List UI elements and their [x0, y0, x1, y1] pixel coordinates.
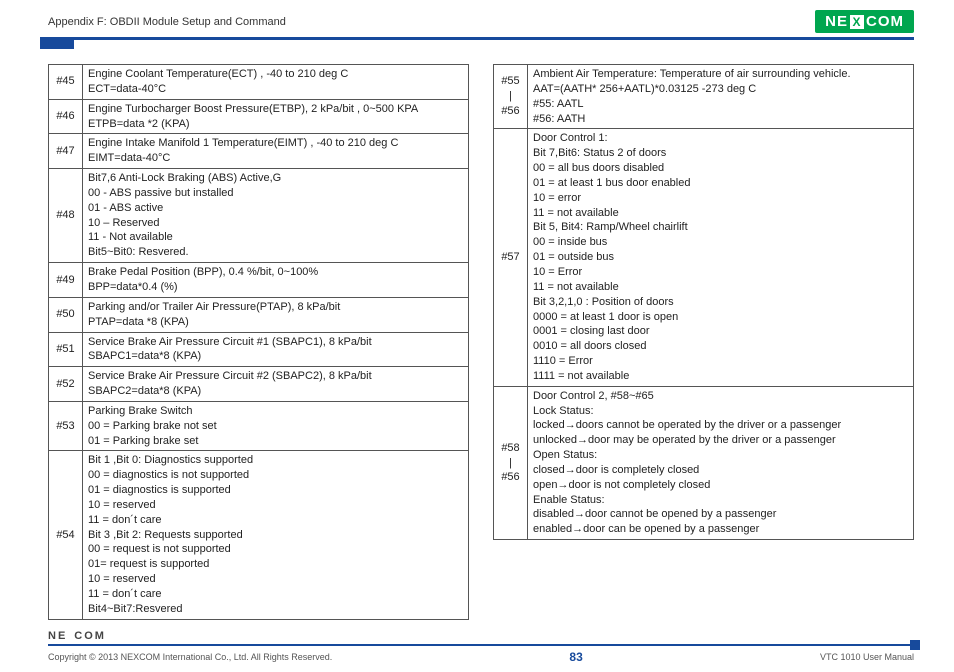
row-content: Door Control 2, #58~#65 Lock Status: loc…: [528, 386, 914, 539]
row-index: #58 | #56: [494, 386, 528, 539]
table-row: #46Engine Turbocharger Boost Pressure(ET…: [49, 99, 469, 134]
row-content: Engine Intake Manifold 1 Temperature(EIM…: [83, 134, 469, 169]
row-index: #51: [49, 332, 83, 367]
table-row: #58 | #56Door Control 2, #58~#65 Lock St…: [494, 386, 914, 539]
row-content: Engine Turbocharger Boost Pressure(ETBP)…: [83, 99, 469, 134]
row-index: #49: [49, 263, 83, 298]
row-content: Parking and/or Trailer Air Pressure(PTAP…: [83, 297, 469, 332]
row-content: Service Brake Air Pressure Circuit #1 (S…: [83, 332, 469, 367]
row-content: Door Control 1: Bit 7,Bit6: Status 2 of …: [528, 129, 914, 386]
row-index: #52: [49, 367, 83, 402]
table-row: #53Parking Brake Switch 00 = Parking bra…: [49, 401, 469, 451]
row-index: #46: [49, 99, 83, 134]
row-index: #50: [49, 297, 83, 332]
table-row: #47Engine Intake Manifold 1 Temperature(…: [49, 134, 469, 169]
right-column: #55 | #56Ambient Air Temperature: Temper…: [493, 64, 914, 620]
row-content: Ambient Air Temperature: Temperature of …: [528, 65, 914, 129]
row-index: #48: [49, 169, 83, 263]
right-table: #55 | #56Ambient Air Temperature: Temper…: [493, 64, 914, 540]
footer-rule: [48, 644, 914, 646]
row-index: #57: [494, 129, 528, 386]
nexcom-logo: NEXCOM: [815, 10, 914, 33]
footer-logo: NECOM: [48, 630, 914, 642]
row-index: #54: [49, 451, 83, 619]
table-row: #49Brake Pedal Position (BPP), 0.4 %/bit…: [49, 263, 469, 298]
table-row: #57Door Control 1: Bit 7,Bit6: Status 2 …: [494, 129, 914, 386]
doc-title: VTC 1010 User Manual: [820, 652, 914, 662]
row-index: #45: [49, 65, 83, 100]
table-row: #48Bit7,6 Anti-Lock Braking (ABS) Active…: [49, 169, 469, 263]
row-index: #55 | #56: [494, 65, 528, 129]
row-content: Parking Brake Switch 00 = Parking brake …: [83, 401, 469, 451]
copyright-text: Copyright © 2013 NEXCOM International Co…: [48, 652, 332, 662]
row-content: Brake Pedal Position (BPP), 0.4 %/bit, 0…: [83, 263, 469, 298]
table-row: #51Service Brake Air Pressure Circuit #1…: [49, 332, 469, 367]
header-rule: [48, 37, 914, 40]
row-content: Bit7,6 Anti-Lock Braking (ABS) Active,G …: [83, 169, 469, 263]
row-content: Service Brake Air Pressure Circuit #2 (S…: [83, 367, 469, 402]
logo-x-icon: X: [850, 15, 864, 29]
left-column: #45Engine Coolant Temperature(ECT) , -40…: [48, 64, 469, 620]
table-row: #45Engine Coolant Temperature(ECT) , -40…: [49, 65, 469, 100]
page-number: 83: [569, 650, 582, 664]
table-row: #54Bit 1 ,Bit 0: Diagnostics supported 0…: [49, 451, 469, 619]
row-index: #53: [49, 401, 83, 451]
row-index: #47: [49, 134, 83, 169]
table-row: #50Parking and/or Trailer Air Pressure(P…: [49, 297, 469, 332]
row-content: Engine Coolant Temperature(ECT) , -40 to…: [83, 65, 469, 100]
page-header: Appendix F: OBDII Module Setup and Comma…: [0, 0, 954, 37]
content-columns: #45Engine Coolant Temperature(ECT) , -40…: [0, 40, 954, 630]
page-footer: NECOM Copyright © 2013 NEXCOM Internatio…: [0, 630, 954, 664]
table-row: #55 | #56Ambient Air Temperature: Temper…: [494, 65, 914, 129]
left-table: #45Engine Coolant Temperature(ECT) , -40…: [48, 64, 469, 620]
table-row: #52Service Brake Air Pressure Circuit #2…: [49, 367, 469, 402]
appendix-title: Appendix F: OBDII Module Setup and Comma…: [48, 16, 286, 28]
row-content: Bit 1 ,Bit 0: Diagnostics supported 00 =…: [83, 451, 469, 619]
